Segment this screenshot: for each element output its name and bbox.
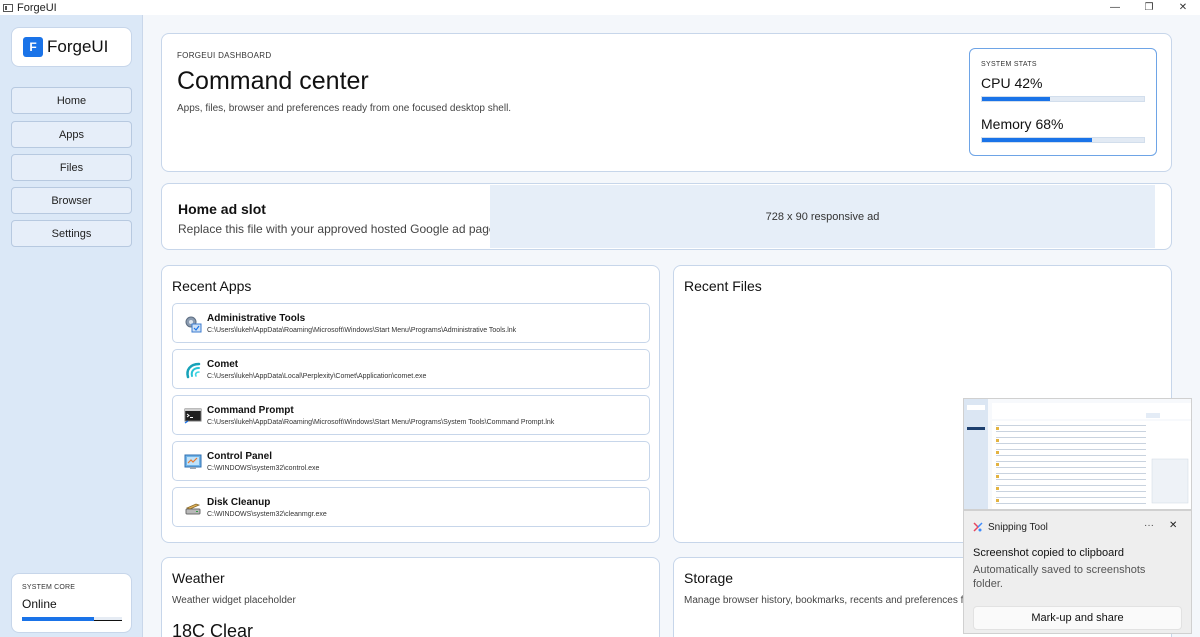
toast-body: Automatically saved to screenshots folde… <box>973 564 1146 590</box>
close-button[interactable]: ✕ <box>1166 0 1200 15</box>
app-path: C:\Users\lukeh\AppData\Local\Perplexity\… <box>207 373 427 380</box>
restore-button[interactable]: ❐ <box>1132 0 1166 15</box>
screenshot-thumbnail[interactable] <box>963 398 1192 510</box>
cpu-bar <box>981 96 1145 102</box>
recent-apps-title: Recent Apps <box>172 278 252 294</box>
app-path: C:\Users\lukeh\AppData\Roaming\Microsoft… <box>207 419 555 426</box>
nav-home-button[interactable]: Home <box>11 87 132 114</box>
hero-subtitle: Apps, files, browser and preferences rea… <box>177 103 512 114</box>
recent-app-row[interactable]: Command Prompt C:\Users\lukeh\AppData\Ro… <box>172 395 650 435</box>
ad-slot-subtitle: Replace this file with your approved hos… <box>178 222 499 236</box>
cpu-bar-fill <box>982 97 1051 101</box>
memory-bar <box>981 137 1145 143</box>
window-title-bar: ForgeUI — ❐ ✕ <box>0 0 1200 15</box>
nav-files-button[interactable]: Files <box>11 154 132 181</box>
app-name: Administrative Tools <box>207 313 306 324</box>
nav-apps-button[interactable]: Apps <box>11 121 132 148</box>
app-path: C:\Users\lukeh\AppData\Roaming\Microsoft… <box>207 327 517 334</box>
system-core-card: SYSTEM CORE Online <box>11 573 132 633</box>
app-name: Control Panel <box>207 451 273 462</box>
weather-reading: 18C Clear <box>172 621 254 637</box>
storage-subtitle: Manage browser history, bookmarks, recen… <box>684 595 967 606</box>
app-path: C:\WINDOWS\system32\control.exe <box>207 465 320 472</box>
ad-slot-placeholder[interactable]: 728 x 90 responsive ad <box>490 185 1155 248</box>
minimize-button[interactable]: — <box>1098 0 1132 15</box>
dashboard-hero-card: FORGEUI DASHBOARD Command center Apps, f… <box>161 33 1172 172</box>
toast-title: Screenshot copied to clipboard <box>973 547 1125 559</box>
brand-logo-icon: F <box>23 37 43 57</box>
recent-app-row[interactable]: Control Panel C:\WINDOWS\system32\contro… <box>172 441 650 481</box>
app-window-icon <box>3 3 13 12</box>
app-name: Comet <box>207 359 239 370</box>
system-stats-panel: SYSTEM STATS CPU 42% Memory 68% <box>969 48 1157 156</box>
weather-card: Weather Weather widget placeholder 18C C… <box>161 557 660 637</box>
weather-title: Weather <box>172 570 225 586</box>
hero-eyebrow: FORGEUI DASHBOARD <box>177 51 272 60</box>
storage-title: Storage <box>684 570 734 586</box>
ad-slot-title: Home ad slot <box>178 201 266 217</box>
recent-apps-card: Recent Apps Administrative Tools C:\User… <box>161 265 660 543</box>
toast-app-name: Snipping Tool <box>988 522 1048 533</box>
brand[interactable]: F ForgeUI <box>11 27 132 67</box>
page-title: Command center <box>177 67 369 95</box>
recent-app-row[interactable]: Comet C:\Users\lukeh\AppData\Local\Perpl… <box>172 349 650 389</box>
recent-files-title: Recent Files <box>684 278 762 294</box>
system-core-progress <box>22 617 122 621</box>
brand-name: ForgeUI <box>47 37 109 56</box>
app-name: Command Prompt <box>207 405 294 416</box>
app-path: C:\WINDOWS\system32\cleanmgr.exe <box>207 511 327 518</box>
command-prompt-icon <box>184 408 202 424</box>
window-title: ForgeUI <box>17 1 57 14</box>
system-core-status: Online <box>22 597 57 611</box>
nav-browser-button[interactable]: Browser <box>11 187 132 214</box>
comet-icon <box>186 362 201 379</box>
system-stats-label: SYSTEM STATS <box>981 61 1037 68</box>
control-panel-icon <box>184 454 202 469</box>
nav-settings-button[interactable]: Settings <box>11 220 132 247</box>
memory-bar-fill <box>982 138 1093 142</box>
snipping-tool-icon <box>973 522 983 532</box>
screenshot-thumbnail-image <box>964 399 1191 509</box>
markup-and-share-button[interactable]: Mark-up and share <box>973 606 1182 630</box>
recent-app-row[interactable]: Administrative Tools C:\Users\lukeh\AppD… <box>172 303 650 343</box>
recent-app-row[interactable]: Disk Cleanup C:\WINDOWS\system32\cleanmg… <box>172 487 650 527</box>
window-controls: — ❐ ✕ <box>1098 0 1200 15</box>
snipping-tool-notification[interactable]: Snipping Tool ··· ✕ Screenshot copied to… <box>963 510 1192 634</box>
toast-close-icon[interactable]: ✕ <box>1169 520 1177 531</box>
disk-cleanup-icon <box>185 503 201 515</box>
cpu-stat: CPU 42% <box>981 75 1043 91</box>
weather-subtitle: Weather widget placeholder <box>172 595 296 606</box>
home-ad-card: Home ad slot Replace this file with your… <box>161 183 1172 250</box>
more-options-icon[interactable]: ··· <box>1144 520 1154 531</box>
admin-tools-icon <box>185 316 202 333</box>
app-name: Disk Cleanup <box>207 497 271 508</box>
sidebar: F ForgeUI Home Apps Files Browser Settin… <box>0 15 143 637</box>
system-core-label: SYSTEM CORE <box>22 584 76 591</box>
system-core-progress-fill <box>22 617 94 621</box>
memory-stat: Memory 68% <box>981 116 1064 132</box>
